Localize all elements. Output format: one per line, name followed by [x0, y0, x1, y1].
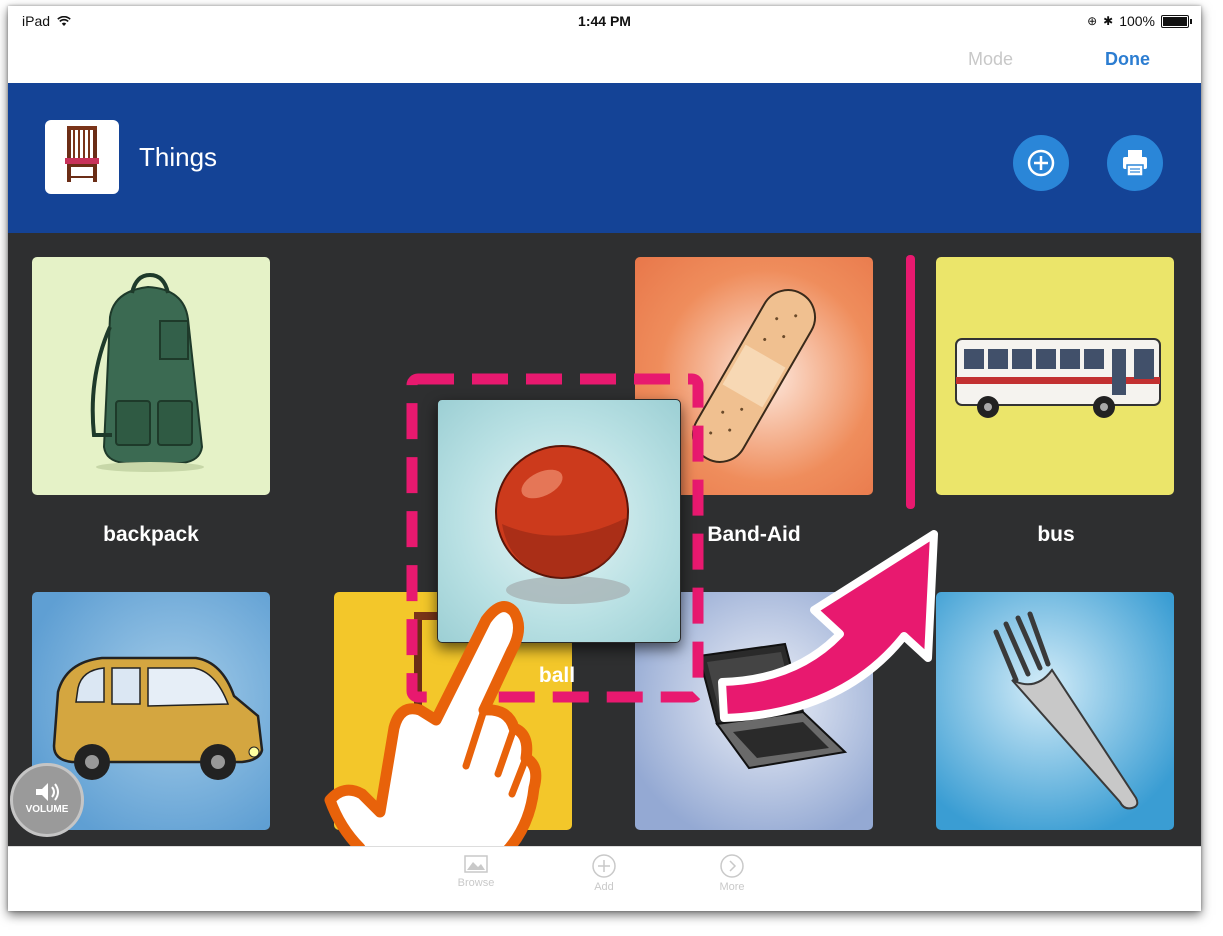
clock: 1:44 PM: [578, 13, 631, 29]
status-bar: iPad 1:44 PM ⊕ ✱ 100%: [8, 6, 1201, 36]
volume-label: VOLUME: [25, 804, 69, 815]
tab-browse-label: Browse: [457, 877, 495, 889]
category-thumbnail[interactable]: [45, 120, 119, 194]
tile-label: bus: [1037, 523, 1075, 546]
fork-image: [993, 611, 1139, 810]
tab-more-label: More: [719, 881, 745, 893]
orientation-lock-icon: ⊕: [1087, 14, 1098, 28]
mode-button[interactable]: Mode: [968, 49, 1013, 70]
backpack-image: [90, 272, 204, 472]
speaker-icon: [36, 783, 59, 801]
plus-circle-icon: [1027, 149, 1055, 177]
status-right: ⊕ ✱ 100%: [1087, 13, 1192, 29]
battery-percent: 100%: [1119, 13, 1155, 29]
tile-fork[interactable]: [936, 592, 1174, 830]
tile-label: backpack: [103, 523, 199, 546]
more-icon: [720, 854, 744, 878]
tab-browse[interactable]: Browse: [441, 853, 511, 889]
drop-indicator-line: [906, 255, 915, 509]
bus-image: [955, 338, 1161, 418]
battery-icon: [1161, 14, 1192, 28]
category-header: Things: [8, 83, 1201, 233]
done-button[interactable]: Done: [1105, 49, 1150, 70]
category-title: Things: [139, 142, 218, 172]
browse-icon: [464, 855, 488, 873]
ipad-screen: iPad 1:44 PM ⊕ ✱ 100% Mode Done Things b…: [8, 6, 1201, 911]
tile-backpack[interactable]: [32, 257, 270, 495]
print-button[interactable]: [1107, 135, 1163, 191]
bluetooth-icon: ✱: [1103, 14, 1114, 28]
chair-icon: [65, 126, 99, 182]
volume-button[interactable]: VOLUME: [10, 763, 84, 837]
tile-bus[interactable]: [936, 257, 1174, 495]
add-item-button[interactable]: [1013, 135, 1069, 191]
move-direction-arrow: [718, 530, 938, 722]
add-icon: [592, 854, 616, 878]
printer-icon: [1123, 150, 1147, 177]
tab-bar: Browse Add More: [8, 846, 1201, 911]
tab-add-label: Add: [594, 881, 614, 893]
tab-more[interactable]: More: [697, 853, 767, 893]
nav-bar: Mode Done: [8, 36, 1201, 83]
tab-add[interactable]: Add: [569, 853, 639, 893]
